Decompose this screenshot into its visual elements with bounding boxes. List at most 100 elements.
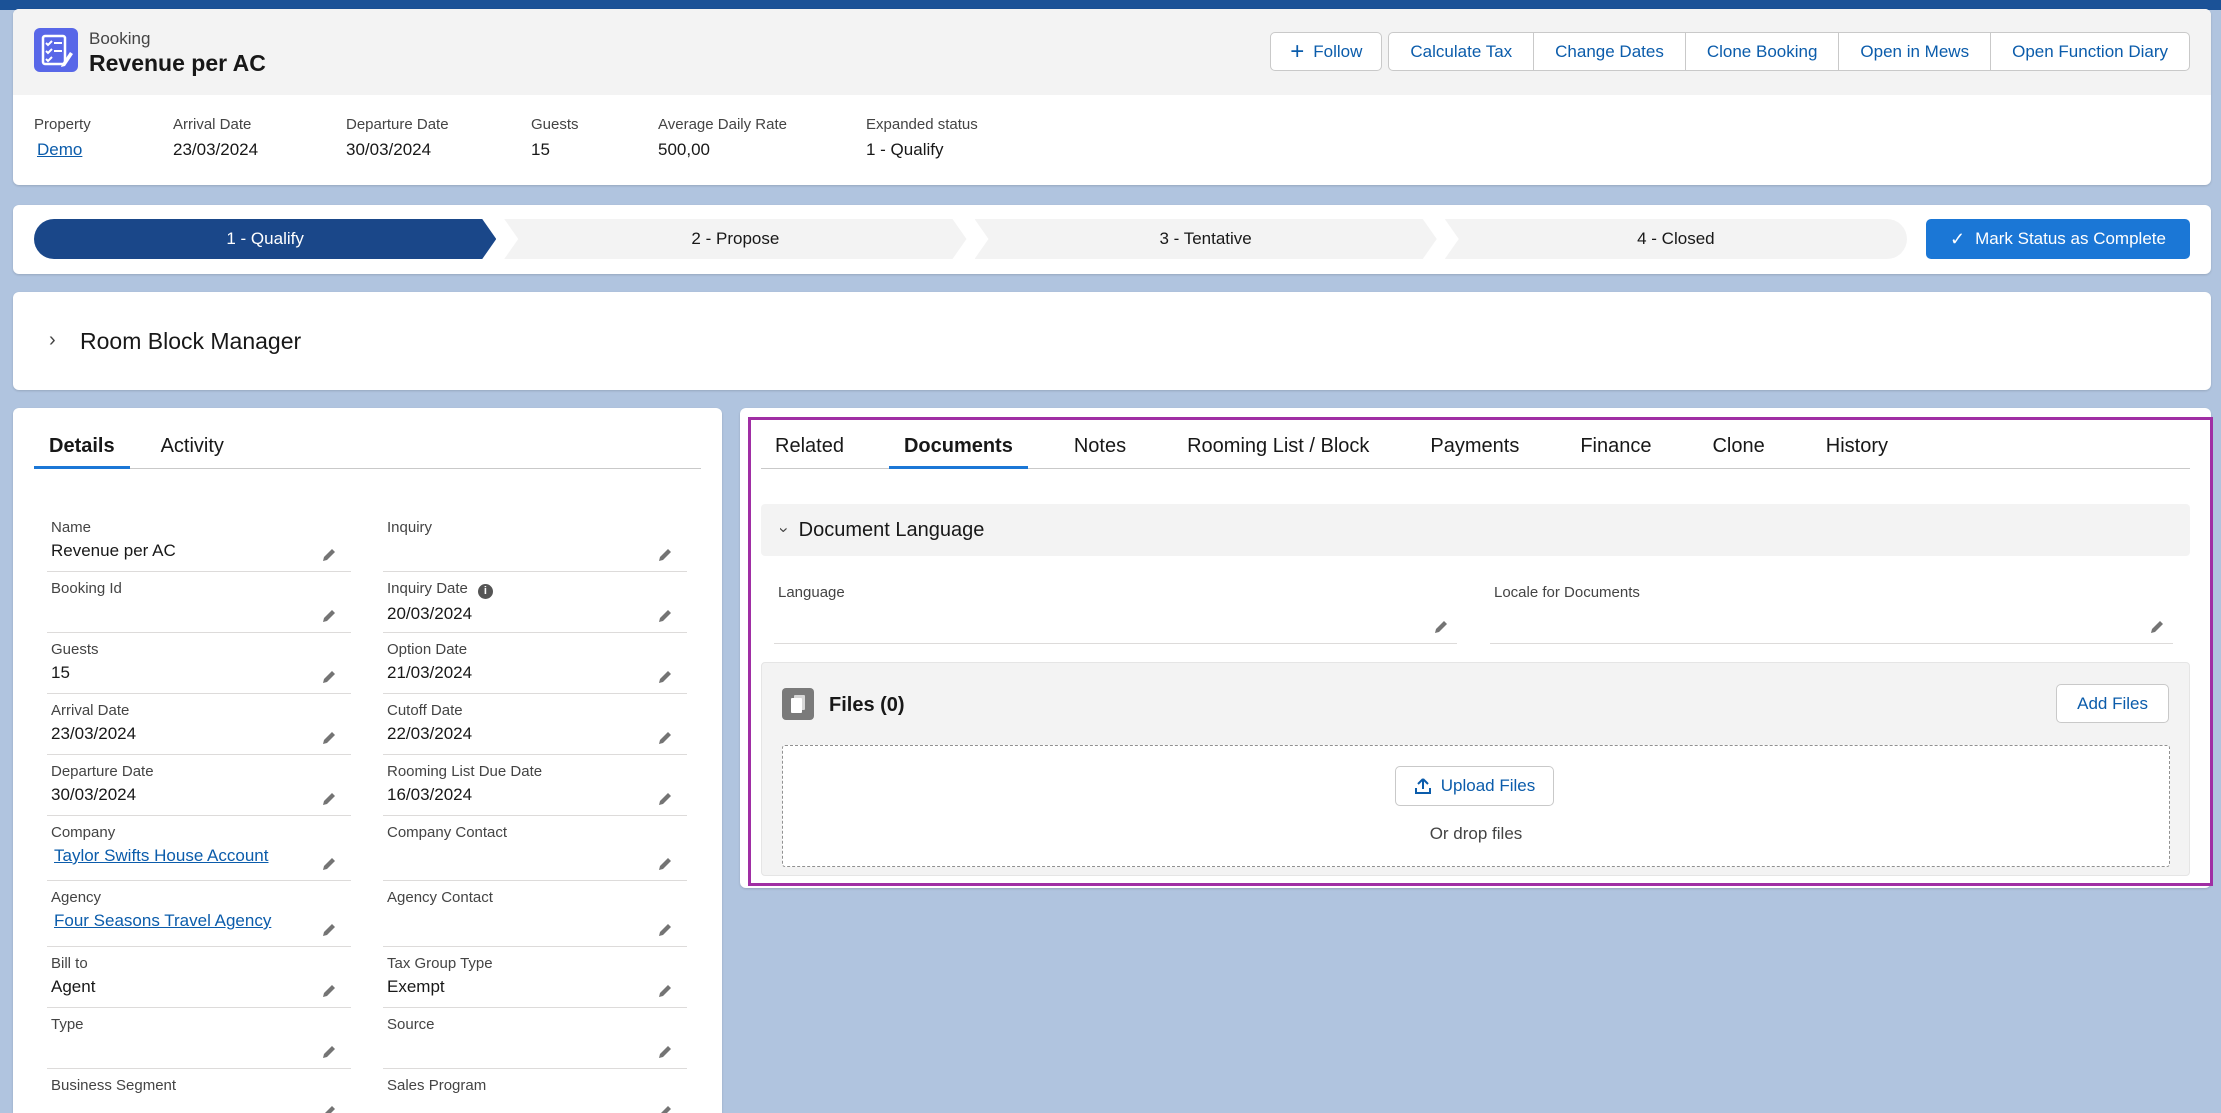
highlights-panel: Property Demo Arrival Date 23/03/2024 De… [34,116,1066,160]
field-label: Rooming List Due Date [387,763,543,780]
highlight-arrival-date: Arrival Date 23/03/2024 [173,116,346,160]
open-function-diary-button[interactable]: Open Function Diary [1990,32,2190,71]
field-value[interactable]: Four Seasons Travel Agency [54,911,351,933]
edit-pencil-icon[interactable] [657,730,673,746]
field-value[interactable]: Taylor Swifts House Account [54,846,351,868]
field-source: Source [383,1008,687,1069]
field-label: Arrival Date [51,702,130,719]
field-inquiry: Inquiry [383,511,687,572]
edit-pencil-icon[interactable] [321,608,337,624]
highlight-expanded-status: Expanded status 1 - Qualify [866,116,1066,160]
chevron-right-icon[interactable]: › [49,329,56,352]
open-in-mews-button[interactable]: Open in Mews [1838,32,1992,71]
details-card: Details Activity Name Revenue per AC Inqui… [13,408,722,1113]
field-company-contact: Company Contact [383,816,687,881]
field-value [387,541,687,563]
edit-pencil-icon[interactable] [657,983,673,999]
field-value: 22/03/2024 [387,724,473,743]
field-label: Company [51,824,116,841]
field-arrival-date: Arrival Date 23/03/2024 [47,694,351,755]
field-cutoff-date: Cutoff Date 22/03/2024 [383,694,687,755]
room-block-manager-title[interactable]: Room Block Manager [80,328,301,355]
tab-activity[interactable]: Activity [146,424,239,468]
field-row: Agency Four Seasons Travel Agency Agency C… [47,881,687,947]
tab-details[interactable]: Details [34,424,130,469]
status-path-card: 1 - Qualify 2 - Propose 3 - Tentative 4 … [13,205,2211,274]
property-link[interactable]: Demo [37,140,173,160]
highlight-label: Average Daily Rate [658,116,787,133]
field-label: Type [51,1016,84,1033]
field-value [51,602,351,624]
field-label: Business Segment [51,1077,177,1094]
field-agency-contact: Agency Contact [383,881,687,947]
highlight-label: Property [34,116,91,133]
info-icon[interactable]: i [477,584,493,599]
field-label: Departure Date [51,763,154,780]
edit-pencil-icon[interactable] [321,922,337,938]
field-label: Guests [51,641,99,658]
edit-pencil-icon[interactable] [657,1104,673,1113]
field-tax-group-type: Tax Group Type Exempt [383,947,687,1008]
field-sales-program: Sales Program [383,1069,687,1113]
edit-pencil-icon[interactable] [657,922,673,938]
header-actions: + Follow Calculate Tax Change Dates Clon… [1270,32,2190,71]
status-path: 1 - Qualify 2 - Propose 3 - Tentative 4 … [34,219,1907,259]
plus-icon: + [1290,37,1305,65]
follow-button[interactable]: + Follow [1270,32,1383,71]
edit-pencil-icon[interactable] [321,983,337,999]
change-dates-button[interactable]: Change Dates [1533,32,1686,71]
highlight-label: Guests [531,116,579,133]
highlight-value: 1 - Qualify [866,140,944,159]
field-option-date: Option Date 21/03/2024 [383,633,687,694]
edit-pencil-icon[interactable] [657,856,673,872]
field-label: Booking Id [51,580,122,597]
clone-booking-button[interactable]: Clone Booking [1684,32,1840,71]
highlight-label: Expanded status [866,116,978,133]
field-value: 16/03/2024 [387,785,473,804]
booking-icon [34,28,78,72]
record-header: Booking Revenue per AC + Follow Calculat… [13,9,2211,185]
field-value [387,1099,687,1113]
edit-pencil-icon[interactable] [657,547,673,563]
field-name: Name Revenue per AC [47,511,351,572]
highlight-label: Departure Date [346,116,449,133]
calculate-tax-button[interactable]: Calculate Tax [1388,32,1535,71]
mark-status-complete-button[interactable]: ✓ Mark Status as Complete [1926,219,2190,259]
field-label: Company Contact [387,824,508,841]
edit-pencil-icon[interactable] [657,669,673,685]
field-business-segment: Business Segment [47,1069,351,1113]
field-row: Business Segment Sales Program [47,1069,687,1113]
edit-pencil-icon[interactable] [321,1104,337,1113]
field-type: Type [47,1008,351,1069]
field-row: Guests 15 Option Date 21/03/2024 [47,633,687,694]
stage-tentative[interactable]: 3 - Tentative [975,219,1437,259]
field-row: Departure Date 30/03/2024 Rooming List Due… [47,755,687,816]
stage-qualify[interactable]: 1 - Qualify [34,219,496,259]
field-row: Type Source [47,1008,687,1069]
highlight-property: Property Demo [34,116,173,160]
field-label: Tax Group Type [387,955,493,972]
edit-pencil-icon[interactable] [321,791,337,807]
edit-pencil-icon[interactable] [657,791,673,807]
stage-propose[interactable]: 2 - Propose [504,219,966,259]
field-value: Exempt [387,977,445,996]
field-value: 20/03/2024 [387,604,473,623]
edit-pencil-icon[interactable] [657,608,673,624]
stage-closed[interactable]: 4 - Closed [1444,219,1907,259]
field-label: Source [387,1016,435,1033]
field-value: 21/03/2024 [387,663,473,682]
room-block-manager-card: › Room Block Manager [13,292,2211,390]
field-row: Arrival Date 23/03/2024 Cutoff Date 22/03/2… [47,694,687,755]
details-fields: Name Revenue per AC Inquiry Booking Id Inqui… [47,511,687,1113]
edit-pencil-icon[interactable] [321,730,337,746]
edit-pencil-icon[interactable] [321,1044,337,1060]
field-value [387,1038,687,1060]
edit-pencil-icon[interactable] [321,669,337,685]
edit-pencil-icon[interactable] [321,547,337,563]
field-label: Name [51,519,92,536]
field-label: Inquiry [387,519,433,536]
field-rooming-list-due-date: Rooming List Due Date 16/03/2024 [383,755,687,816]
edit-pencil-icon[interactable] [321,856,337,872]
edit-pencil-icon[interactable] [657,1044,673,1060]
field-label: Inquiry Date i [387,580,687,599]
